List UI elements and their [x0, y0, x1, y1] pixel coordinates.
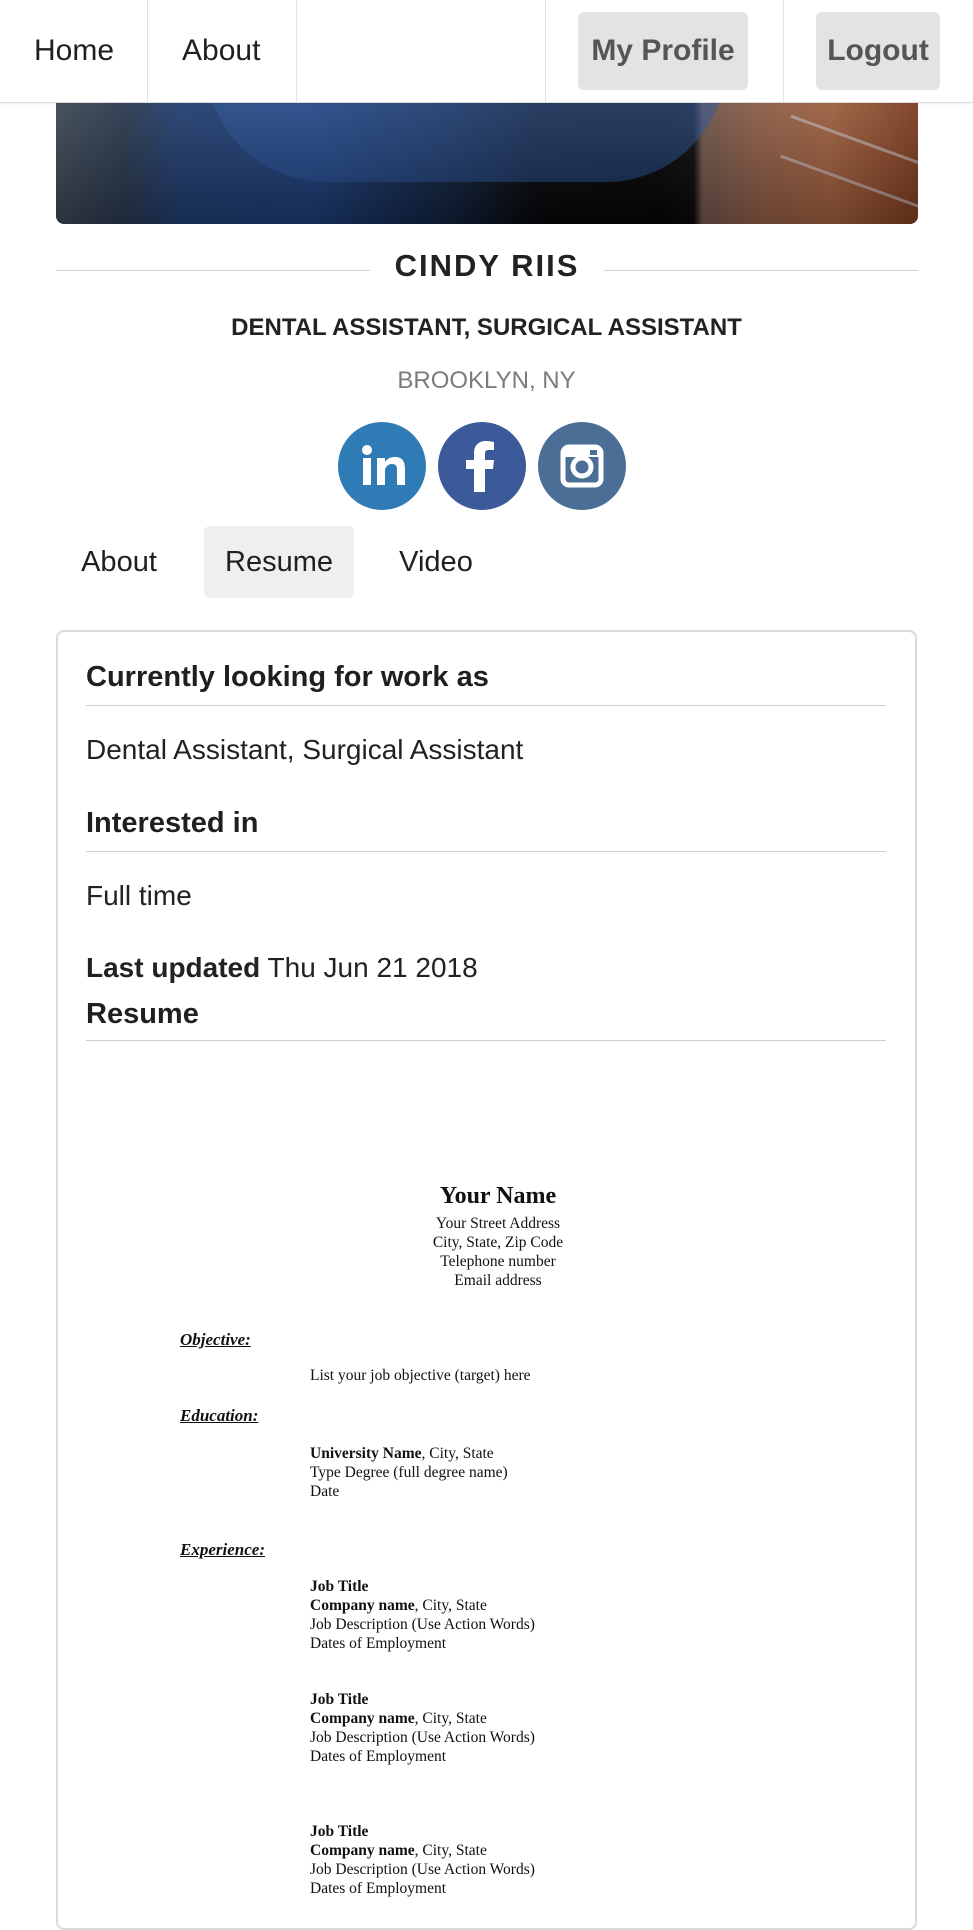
resume-doc-address-line: Your Street Address — [435, 1215, 561, 1232]
nav-about-link[interactable]: About — [148, 0, 296, 102]
interested-in-heading: Interested in — [86, 807, 259, 839]
resume-doc-job-dates: Dates of Employment — [310, 1748, 447, 1765]
resume-doc-address-line: Telephone number — [440, 1253, 556, 1270]
resume-doc-job-dates: Dates of Employment — [310, 1635, 447, 1652]
profile-headline: DENTAL ASSISTANT, SURGICAL ASSISTANT — [231, 314, 742, 341]
section-divider — [86, 705, 886, 706]
resume-doc-job-title-text: Job Title — [310, 1578, 369, 1595]
cover-photo-shade — [56, 102, 918, 224]
resume-doc-job-description: Job Description (Use Action Words) — [310, 1616, 535, 1633]
resume-doc-job-dates: Dates of Employment — [310, 1880, 447, 1897]
resume-doc-company-location: , City, State — [414, 1597, 487, 1614]
profile-name-row: CINDY RIIS — [56, 248, 918, 292]
resume-doc-job-description: Job Description (Use Action Words) — [310, 1729, 535, 1746]
resume-heading: Resume — [86, 998, 199, 1030]
last-updated-label: Last updated — [86, 952, 261, 983]
resume-doc-company: Company name, City, State — [310, 1842, 487, 1860]
resume-doc-degree: Type Degree (full degree name) — [310, 1464, 508, 1481]
nav-home-link[interactable]: Home — [0, 0, 147, 102]
resume-doc-job-title-text: Job Title — [310, 1823, 369, 1840]
resume-doc-school-location: , City, State — [421, 1445, 494, 1462]
profile-location: BROOKLYN, NY — [397, 367, 576, 394]
my-profile-button[interactable]: My Profile — [578, 12, 748, 90]
tab-about[interactable]: About — [56, 526, 182, 598]
looking-for-work-heading: Currently looking for work as — [86, 661, 489, 693]
tab-video[interactable]: Video — [378, 526, 494, 598]
last-updated-date: Thu Jun 21 2018 — [267, 952, 478, 983]
resume-doc-company-location: , City, State — [414, 1842, 487, 1859]
resume-doc-company-name: Company name — [310, 1710, 415, 1727]
nav-divider — [783, 0, 784, 102]
name-divider-right — [604, 270, 918, 271]
resume-doc-company-location: , City, State — [414, 1710, 487, 1727]
section-divider — [86, 1040, 886, 1041]
resume-doc-company-name: Company name — [310, 1597, 415, 1614]
last-updated: Last updated Thu Jun 21 2018 — [86, 952, 478, 984]
resume-doc-objective-text: List your job objective (target) here — [310, 1367, 531, 1384]
cover-photo — [56, 102, 918, 224]
resume-doc-job-title: Job Title — [310, 1691, 368, 1709]
resume-doc-job-title: Job Title — [310, 1823, 368, 1841]
looking-for-work-value: Dental Assistant, Surgical Assistant — [86, 734, 524, 765]
instagram-icon[interactable] — [538, 422, 626, 510]
tab-resume[interactable]: Resume — [204, 526, 354, 598]
resume-doc-objective-heading: Objective: — [180, 1330, 251, 1349]
facebook-icon[interactable] — [438, 422, 526, 510]
resume-doc-school: University Name, City, State — [310, 1445, 494, 1463]
interested-in-value: Full time — [86, 880, 192, 911]
resume-doc-company: Company name, City, State — [310, 1597, 487, 1615]
resume-doc-education-heading: Education: — [180, 1406, 259, 1425]
nav-divider — [296, 0, 297, 102]
section-divider — [86, 851, 886, 852]
resume-doc-address-line: City, State, Zip Code — [432, 1234, 564, 1251]
resume-doc-job-title: Job Title — [310, 1578, 368, 1596]
resume-doc-job-description: Job Description (Use Action Words) — [310, 1861, 535, 1878]
resume-doc-name: Your Name — [439, 1183, 557, 1209]
resume-doc-date: Date — [310, 1483, 340, 1500]
resume-doc-address-line: Email address — [454, 1272, 542, 1289]
resume-doc-company-name: Company name — [310, 1842, 415, 1859]
profile-name: CINDY RIIS — [394, 248, 580, 283]
resume-doc-school-name: University Name — [310, 1445, 422, 1462]
resume-doc-experience-heading: Experience: — [180, 1540, 265, 1559]
resume-doc-job-title-text: Job Title — [310, 1691, 369, 1708]
logout-button[interactable]: Logout — [816, 12, 940, 90]
nav-divider — [545, 0, 546, 102]
linkedin-icon[interactable] — [338, 422, 426, 510]
top-navbar: Home About My Profile Logout — [0, 0, 973, 103]
resume-doc-company: Company name, City, State — [310, 1710, 487, 1728]
